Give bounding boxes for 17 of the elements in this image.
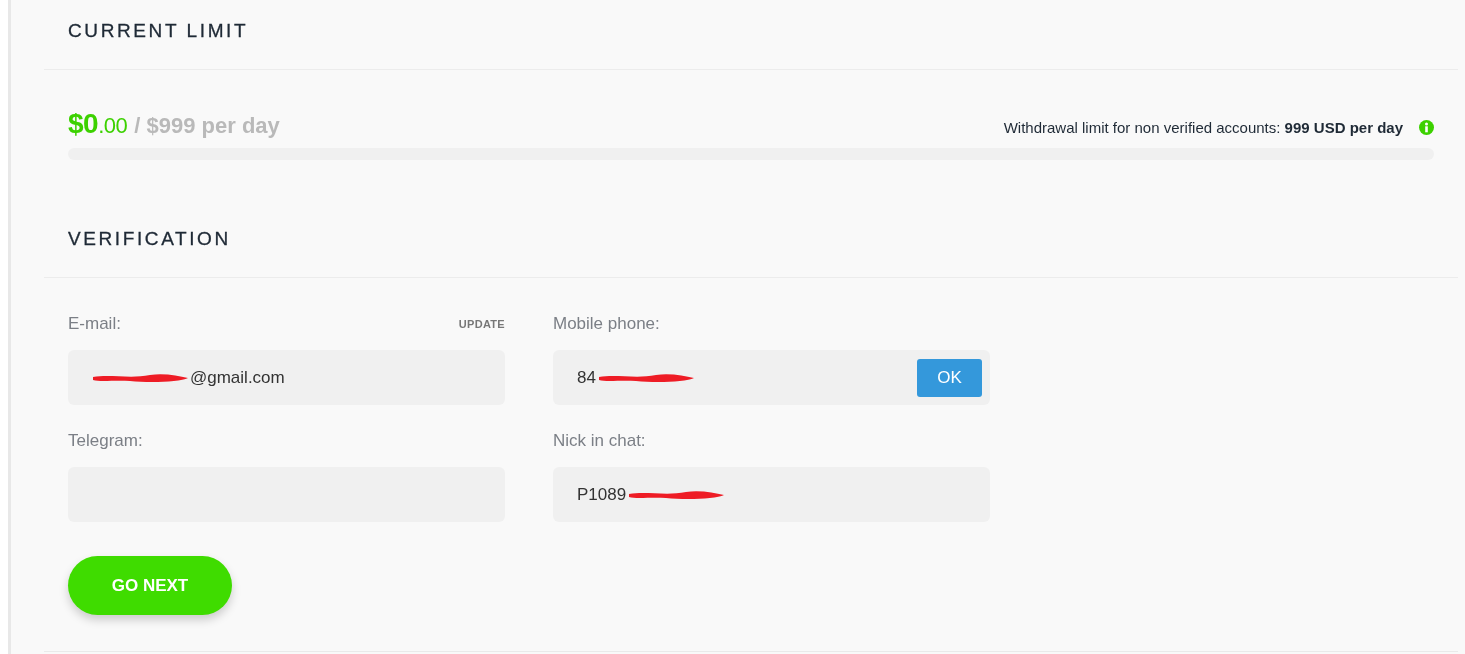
- limit-note: Withdrawal limit for non verified accounts: 999 USD per day: [1003, 119, 1403, 136]
- field-label: Mobile phone:: [553, 314, 660, 334]
- update-link[interactable]: UPDATE: [458, 318, 505, 330]
- field-label: E-mail:: [68, 314, 121, 334]
- input-field[interactable]: @gmail.com: [68, 350, 505, 405]
- field-value: @gmail.com: [190, 367, 285, 388]
- section-heading: CURRENT LIMIT: [68, 20, 249, 42]
- field-value: 84: [577, 367, 596, 388]
- field-label: Telegram:: [68, 431, 143, 451]
- section-heading: VERIFICATION: [68, 228, 231, 250]
- input-field[interactable]: 84 OK: [553, 350, 990, 405]
- field-value: P1089: [577, 484, 627, 505]
- field-label: Nick in chat:: [553, 431, 646, 451]
- current-amount: $0.00: [68, 108, 128, 139]
- info-icon[interactable]: [1419, 120, 1434, 135]
- daily-limit: / $999 per day: [134, 113, 280, 138]
- input-field[interactable]: P1089: [553, 467, 990, 522]
